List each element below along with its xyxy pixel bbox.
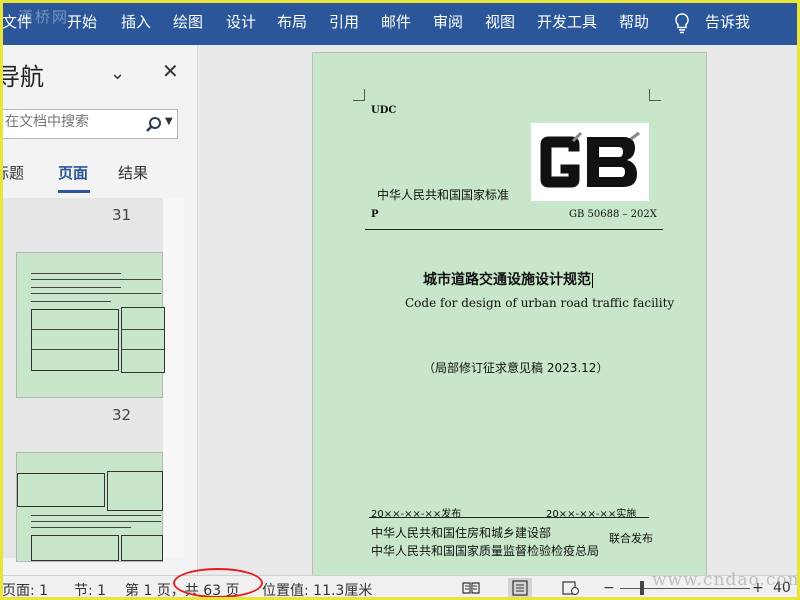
read-mode-icon[interactable] — [462, 581, 480, 595]
tab-references[interactable]: 引用 — [329, 0, 359, 45]
document-title-cn: 城市道路交通设施设计规范 — [423, 272, 593, 288]
document-title-en: Code for design of urban road traffic fa… — [405, 296, 675, 310]
zoom-slider-thumb[interactable] — [640, 581, 644, 595]
highlight-circle — [173, 568, 263, 598]
national-standard-label: 中华人民共和国国家标准 — [377, 188, 510, 202]
zoom-out-button[interactable]: − — [603, 580, 615, 596]
site-watermark: www.cndao.com — [652, 570, 800, 590]
date-rule — [369, 517, 649, 518]
status-page[interactable]: 页面: 1 — [2, 580, 48, 600]
close-icon[interactable]: ✕ — [162, 59, 179, 83]
lightbulb-icon[interactable] — [672, 12, 692, 34]
navigation-pane: 导航 ⌄ ✕ ▼ 标题 页面 结果 31 32 — [0, 45, 198, 575]
issuer-1: 中华人民共和国住房和城乡建设部 — [371, 526, 552, 540]
page-thumbnail-31[interactable] — [16, 252, 165, 398]
joint-release: 联合发布 — [609, 532, 653, 545]
document-page[interactable]: UDC 中华人民共和国国家标准 P GB 50688 – 202X 城市道路交通… — [312, 52, 707, 580]
tab-help[interactable]: 帮助 — [619, 0, 649, 45]
gb-code: GB 50688 – 202X — [569, 209, 657, 220]
p-label: P — [371, 209, 379, 220]
print-layout-icon[interactable] — [508, 578, 532, 598]
tab-mailings[interactable]: 邮件 — [381, 0, 411, 45]
thumbnail-page-number: 31 — [112, 206, 132, 224]
web-layout-icon[interactable] — [562, 581, 580, 595]
issuer-2: 中华人民共和国国家质量监督检验检疫总局 — [371, 544, 600, 558]
tab-pages[interactable]: 页面 — [58, 162, 88, 183]
thumbnail-page-number: 32 — [112, 406, 132, 424]
crop-mark — [649, 89, 661, 101]
tab-file[interactable]: 文件 — [2, 0, 32, 45]
crop-mark — [353, 89, 365, 101]
nav-title: 导航 — [0, 63, 44, 91]
status-section[interactable]: 节: 1 — [74, 580, 106, 600]
tab-insert[interactable]: 插入 — [121, 0, 151, 45]
tab-review[interactable]: 审阅 — [433, 0, 463, 45]
document-subtitle: （局部修订征求意见稿 2023.12） — [423, 361, 609, 375]
tell-me-search[interactable]: 告诉我 — [705, 0, 750, 45]
tab-home[interactable]: 开始 — [67, 0, 97, 45]
ribbon-tabs: 潇桥网 文件 开始 插入 绘图 设计 布局 引用 邮件 审阅 视图 开发工具 帮… — [0, 0, 800, 45]
thumbnails-scrollbar[interactable] — [163, 198, 184, 558]
search-input[interactable] — [5, 114, 143, 130]
tab-headings[interactable]: 标题 — [0, 162, 24, 183]
gb-logo — [531, 123, 649, 201]
chevron-down-icon[interactable]: ⌄ — [110, 63, 125, 84]
status-position[interactable]: 位置值: 11.3厘米 — [262, 580, 372, 600]
tab-developer[interactable]: 开发工具 — [537, 0, 597, 45]
search-options-caret[interactable]: ▼ — [165, 116, 173, 127]
nav-search-box[interactable]: ▼ — [0, 109, 178, 139]
tab-design[interactable]: 设计 — [226, 0, 256, 45]
header-rule — [365, 229, 663, 230]
tab-results[interactable]: 结果 — [118, 162, 148, 183]
active-tab-indicator — [58, 190, 90, 193]
udc-label: UDC — [371, 105, 397, 116]
tab-layout[interactable]: 布局 — [277, 0, 307, 45]
tab-view[interactable]: 视图 — [485, 0, 515, 45]
page-thumbnail-32[interactable] — [16, 452, 163, 562]
search-icon[interactable] — [145, 116, 163, 134]
tab-draw[interactable]: 绘图 — [173, 0, 203, 45]
